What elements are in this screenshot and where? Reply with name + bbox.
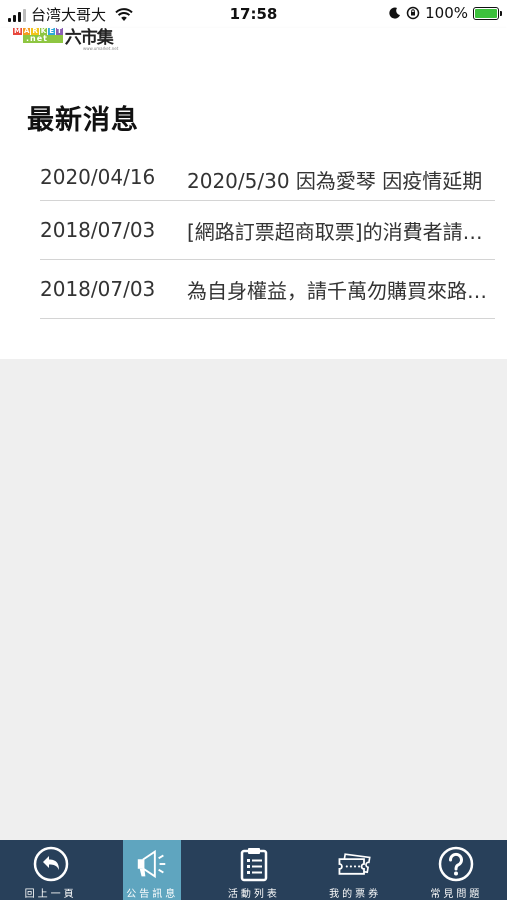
page-title: 最新消息 <box>27 105 139 136</box>
moon-icon <box>389 7 401 19</box>
tab-events[interactable]: 活動列表 <box>203 840 304 900</box>
logo-letter: M <box>13 27 22 35</box>
status-right: 100% <box>389 4 502 22</box>
logo-chinese: 六市集 <box>64 28 114 48</box>
bottom-tab-bar: 回上一頁 公告訊息 活動列表 我的票券 常見問題 <box>0 840 507 900</box>
battery-percent: 100% <box>425 4 468 22</box>
news-date: 2018/07/03 <box>40 277 156 301</box>
logo-english: M A R K E T .net <box>13 28 63 43</box>
status-bar: 台湾大哥大 17:58 100% <box>0 0 507 28</box>
app-header: M A R K E T .net 六市集 www.umarket.net <box>0 28 507 72</box>
news-title: [網路訂票超商取票]的消費者請注意 <box>187 219 495 244</box>
news-item[interactable]: 2018/07/03 為自身權益，請千萬勿購買來路不明票券 <box>40 260 495 319</box>
logo-letter: E <box>48 27 56 35</box>
logo-english-bottom: .net <box>23 35 63 43</box>
news-date: 2020/04/16 <box>40 165 156 189</box>
tab-my-tickets[interactable]: 我的票券 <box>305 840 406 900</box>
tab-label: 我的票券 <box>329 889 382 900</box>
battery-icon <box>473 6 502 20</box>
tab-label: 公告訊息 <box>126 889 179 900</box>
tab-label: 常見問題 <box>430 889 483 900</box>
news-date: 2018/07/03 <box>40 218 156 242</box>
question-icon <box>438 846 474 882</box>
logo-letter: T <box>56 27 63 35</box>
news-list: 2020/04/16 2020/5/30 因為愛琴 因疫情延期 2018/07/… <box>40 157 495 319</box>
news-title: 為自身權益，請千萬勿購買來路不明票券 <box>187 278 495 303</box>
tab-label: 活動列表 <box>227 889 280 900</box>
megaphone-icon <box>134 846 170 882</box>
back-arrow-icon <box>33 846 69 882</box>
news-section: 最新消息 2020/04/16 2020/5/30 因為愛琴 因疫情延期 201… <box>0 72 507 359</box>
ticket-icon <box>337 846 373 882</box>
tab-faq[interactable]: 常見問題 <box>406 840 507 900</box>
tab-announcements[interactable]: 公告訊息 <box>123 840 182 900</box>
logo-url: www.umarket.net <box>83 46 119 51</box>
news-item[interactable]: 2018/07/03 [網路訂票超商取票]的消費者請注意 <box>40 201 495 260</box>
news-item[interactable]: 2020/04/16 2020/5/30 因為愛琴 因疫情延期 <box>40 157 495 201</box>
rotation-lock-icon <box>406 6 420 20</box>
market-logo[interactable]: M A R K E T .net 六市集 www.umarket.net <box>13 28 118 51</box>
tab-back[interactable]: 回上一頁 <box>0 840 101 900</box>
clipboard-list-icon <box>236 846 272 882</box>
news-title: 2020/5/30 因為愛琴 因疫情延期 <box>187 169 483 193</box>
tab-label: 回上一頁 <box>24 889 77 900</box>
